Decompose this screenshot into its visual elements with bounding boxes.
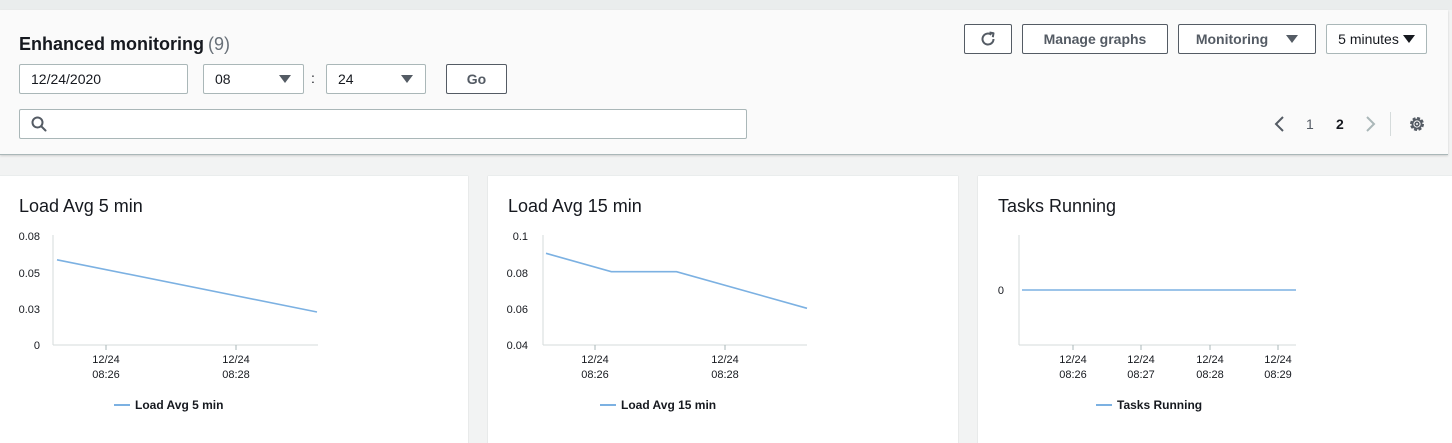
x-tick-date: 12/24: [711, 354, 739, 366]
title-text: Enhanced monitoring: [19, 34, 205, 54]
y-tick-label: 0.03: [19, 304, 40, 316]
page-1-link[interactable]: 1: [1306, 116, 1314, 132]
date-input[interactable]: 12/24/2020: [19, 64, 188, 94]
legend-label: Tasks Running: [1117, 398, 1202, 412]
chart-card-tasks-running: Tasks Running 0 12/24 08:26 12/24 08:27 …: [978, 175, 1452, 443]
chart-load-avg-15: 0.1 0.08 0.06 0.04 12/24 08:26 12/24 08:…: [507, 231, 808, 412]
minute-value: 24: [338, 71, 354, 87]
hour-select[interactable]: 08: [203, 64, 304, 94]
legend-label: Load Avg 5 min: [135, 398, 223, 412]
item-count: (9): [208, 34, 231, 54]
refresh-button[interactable]: [964, 24, 1012, 54]
settings-gear-icon[interactable]: [1407, 114, 1427, 134]
time-separator: :: [311, 70, 315, 86]
chart-load-avg-5: 0.08 0.05 0.03 0 12/24 08:26 12/24 08:28…: [19, 231, 318, 412]
caret-down-icon: [279, 75, 291, 83]
manage-graphs-button[interactable]: Manage graphs: [1022, 24, 1168, 54]
search-icon: [31, 116, 47, 132]
caret-down-icon: [1402, 35, 1415, 43]
series-line-load-avg-15: [545, 252, 808, 310]
x-tick-date: 12/24: [92, 354, 120, 366]
y-tick-label: 0.1: [513, 231, 528, 243]
x-tick-time: 08:28: [1196, 369, 1224, 381]
y-tick-label: 0: [34, 340, 40, 352]
x-tick-time: 08:29: [1264, 369, 1292, 381]
go-button[interactable]: Go: [446, 64, 507, 94]
top-strip: [0, 0, 1452, 10]
x-tick-time: 08:26: [581, 369, 609, 381]
y-tick-label: 0: [998, 285, 1004, 297]
y-tick-label: 0.04: [507, 340, 528, 352]
legend-label: Load Avg 15 min: [621, 398, 716, 412]
y-tick-label: 0.05: [19, 268, 40, 280]
x-tick-date: 12/24: [1264, 354, 1292, 366]
x-tick-date: 12/24: [1059, 354, 1087, 366]
search-input[interactable]: [19, 109, 747, 139]
interval-dropdown[interactable]: 5 minutes: [1326, 24, 1427, 54]
y-tick-label: 0.06: [507, 304, 528, 316]
page-2-current[interactable]: 2: [1336, 116, 1344, 132]
x-tick-time: 08:28: [711, 369, 739, 381]
minute-select[interactable]: 24: [326, 64, 426, 94]
hour-value: 08: [215, 71, 231, 87]
x-tick-date: 12/24: [222, 354, 250, 366]
series-line-load-avg-5: [56, 259, 318, 313]
chart-tasks-running: 0 12/24 08:26 12/24 08:27 12/24 08:28 12…: [998, 235, 1296, 412]
chart-card-load-avg-5: Load Avg 5 min 0.08 0.05 0.03 0 12/24 08…: [0, 175, 468, 443]
caret-down-icon: [1286, 35, 1299, 43]
monitoring-header-panel: Enhanced monitoring (9) 12/24/2020 08 : 2…: [0, 10, 1448, 155]
refresh-icon: [981, 31, 995, 46]
previous-page-icon[interactable]: [1272, 114, 1288, 134]
monitoring-label: Monitoring: [1195, 31, 1269, 47]
x-tick-date: 12/24: [1127, 354, 1155, 366]
x-tick-time: 08:26: [1059, 369, 1087, 381]
caret-down-icon: [401, 75, 413, 83]
x-tick-time: 08:28: [222, 369, 250, 381]
y-tick-label: 0.08: [507, 268, 528, 280]
interval-label: 5 minutes: [1338, 31, 1399, 47]
x-tick-date: 12/24: [1196, 354, 1224, 366]
x-tick-date: 12/24: [581, 354, 609, 366]
next-page-icon: [1366, 116, 1376, 132]
page-title: Enhanced monitoring (9): [19, 34, 230, 55]
x-tick-time: 08:27: [1127, 369, 1155, 381]
chart-card-load-avg-15: Load Avg 15 min 0.1 0.08 0.06 0.04 12/24…: [488, 175, 958, 443]
monitoring-dropdown[interactable]: Monitoring: [1178, 24, 1316, 54]
x-tick-time: 08:26: [92, 369, 120, 381]
date-value: 12/24/2020: [31, 71, 102, 87]
y-tick-label: 0.08: [19, 231, 40, 243]
pager-divider: [1390, 112, 1391, 136]
